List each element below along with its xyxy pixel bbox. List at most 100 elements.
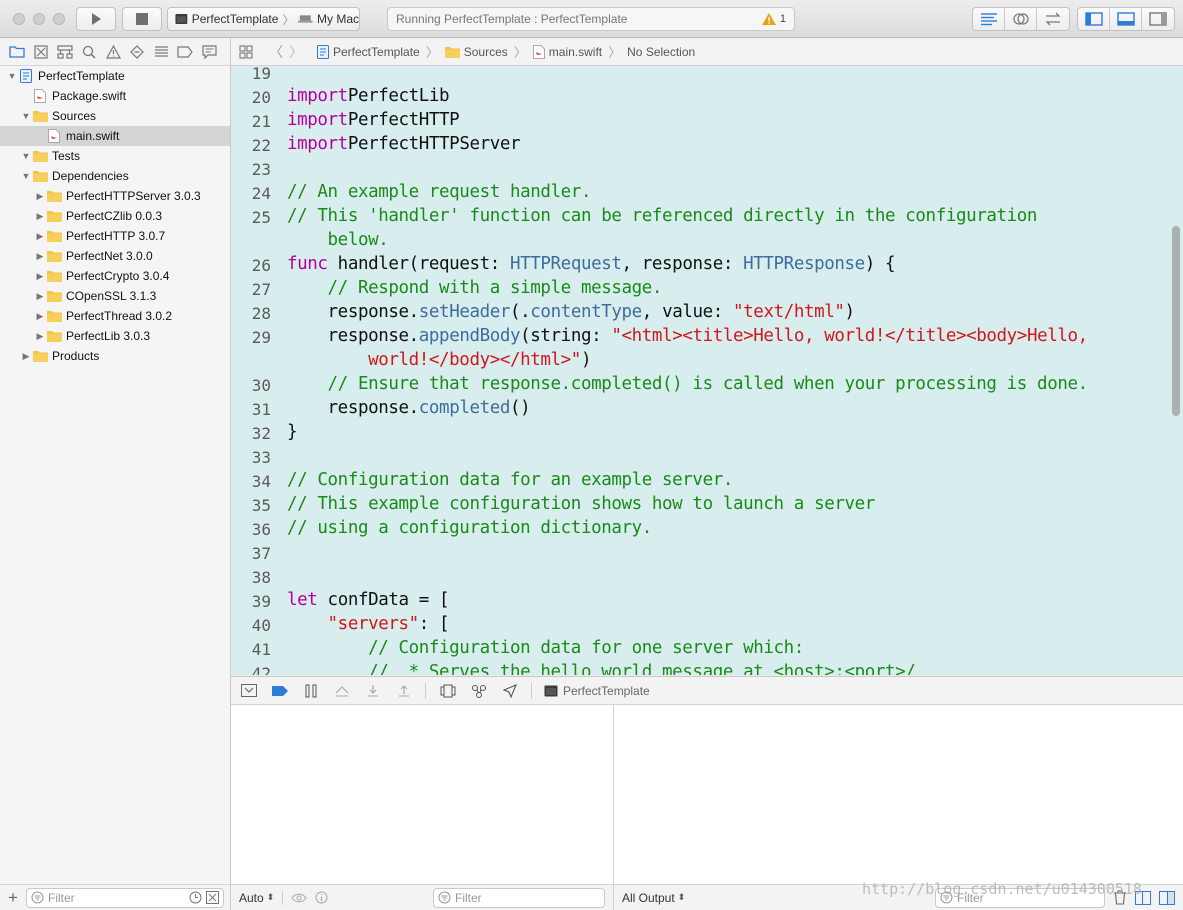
console-output-selector[interactable]: All Output ⬍ (622, 891, 685, 905)
editor-scrollbar[interactable] (1172, 226, 1180, 416)
breadcrumb-project[interactable]: PerfectTemplate (317, 44, 420, 59)
variables-scope-selector[interactable]: Auto ⬍ (239, 891, 274, 905)
issue-navigator-tab[interactable] (104, 43, 122, 61)
code-line[interactable]: // Configuration data for an example ser… (287, 470, 733, 490)
code-line[interactable]: response.appendBody(string: "<html><titl… (287, 326, 1089, 346)
code-line[interactable]: // Ensure that response.completed() is c… (287, 374, 1089, 394)
breakpoints-toggle-button[interactable] (270, 681, 289, 700)
breadcrumb-group[interactable]: Sources (444, 45, 508, 59)
code-line[interactable]: let confData = [ (287, 590, 450, 610)
info-icon[interactable] (315, 891, 328, 904)
step-out-button[interactable] (394, 681, 413, 700)
code-line[interactable]: // using a configuration dictionary. (287, 518, 652, 538)
eye-icon[interactable] (291, 892, 307, 904)
tree-item[interactable]: ▶ Products (0, 346, 230, 366)
variables-view[interactable] (231, 705, 614, 885)
code-line[interactable]: // This example configuration shows how … (287, 494, 875, 514)
tree-item[interactable]: ▶ COpenSSL 3.1.3 (0, 286, 230, 306)
split-right-icon[interactable] (1159, 890, 1175, 905)
recent-files-icon[interactable] (189, 891, 202, 904)
code-line[interactable]: response.completed() (287, 398, 531, 418)
tree-item[interactable]: ▼ Tests (0, 146, 230, 166)
disclosure-closed-icon[interactable]: ▶ (34, 290, 46, 302)
toggle-utilities-button[interactable] (1142, 8, 1174, 30)
source-editor[interactable]: 19 20 importPerfectLib 21 importPerfectHTTP 2… (231, 66, 1183, 675)
assistant-editor-button[interactable] (1005, 8, 1037, 30)
symbol-navigator-tab[interactable] (56, 43, 74, 61)
tree-item[interactable]: ▶ PerfectNet 3.0.0 (0, 246, 230, 266)
breadcrumb-file[interactable]: main.swift (532, 44, 602, 59)
stop-button[interactable] (122, 7, 162, 31)
run-button[interactable] (76, 7, 116, 31)
hide-debug-area-button[interactable] (239, 681, 258, 700)
disclosure-closed-icon[interactable]: ▶ (20, 350, 32, 362)
back-arrow-icon[interactable]: 〈 (269, 42, 283, 62)
code-line[interactable]: // * Serves the hello world message at <… (287, 662, 916, 675)
code-line[interactable]: // Configuration data for one server whi… (287, 638, 804, 658)
toggle-navigator-button[interactable] (1078, 8, 1110, 30)
tree-item[interactable]: Package.swift (0, 86, 230, 106)
tree-item[interactable]: ▶ PerfectLib 3.0.3 (0, 326, 230, 346)
memory-graph-button[interactable] (469, 681, 488, 700)
step-into-button[interactable] (363, 681, 382, 700)
zoom-window-button[interactable] (53, 13, 65, 25)
code-line[interactable]: } (287, 422, 298, 442)
disclosure-open-icon[interactable]: ▼ (20, 150, 32, 162)
tree-item[interactable]: ▼ Dependencies (0, 166, 230, 186)
standard-editor-button[interactable] (973, 8, 1005, 30)
disclosure-open-icon[interactable]: ▼ (20, 170, 32, 182)
disclosure-closed-icon[interactable]: ▶ (34, 270, 46, 282)
minimize-window-button[interactable] (33, 13, 45, 25)
step-over-button[interactable] (332, 681, 351, 700)
code-line[interactable]: response.setHeader(.contentType, value: … (287, 302, 856, 322)
code-line[interactable]: importPerfectHTTP (287, 110, 460, 130)
close-window-button[interactable] (13, 13, 25, 25)
tree-item[interactable]: main.swift (0, 126, 230, 146)
version-editor-button[interactable] (1037, 8, 1069, 30)
tree-item[interactable]: ▶ PerfectCrypto 3.0.4 (0, 266, 230, 286)
pause-button[interactable] (301, 681, 320, 700)
breakpoint-navigator-tab[interactable] (176, 43, 194, 61)
find-navigator-tab[interactable] (80, 43, 98, 61)
debug-target[interactable]: PerfectTemplate (544, 684, 650, 698)
disclosure-closed-icon[interactable]: ▶ (34, 250, 46, 262)
debug-navigator-tab[interactable] (152, 43, 170, 61)
console-view[interactable] (614, 705, 1183, 885)
code-line[interactable]: importPerfectLib (287, 86, 450, 106)
warning-indicator[interactable]: 1 (761, 13, 786, 25)
disclosure-closed-icon[interactable]: ▶ (34, 230, 46, 242)
tree-item[interactable]: ▶ PerfectHTTPServer 3.0.3 (0, 186, 230, 206)
disclosure-open-icon[interactable]: ▼ (6, 70, 18, 82)
simulate-location-button[interactable] (500, 681, 519, 700)
disclosure-open-icon[interactable]: ▼ (20, 110, 32, 122)
breadcrumb-symbol[interactable]: No Selection (627, 45, 695, 59)
code-line[interactable]: world!</body></html>") (287, 350, 591, 370)
source-control-tab[interactable] (32, 43, 50, 61)
test-navigator-tab[interactable] (128, 43, 146, 61)
variables-filter-field[interactable]: Filter (433, 887, 605, 908)
project-navigator-tab[interactable] (8, 43, 26, 61)
tree-item[interactable]: ▶ PerfectCZlib 0.0.3 (0, 206, 230, 226)
tree-item[interactable]: ▶ PerfectHTTP 3.0.7 (0, 226, 230, 246)
tree-item[interactable]: ▼ Sources (0, 106, 230, 126)
tree-item[interactable]: ▶ PerfectThread 3.0.2 (0, 306, 230, 326)
code-line[interactable]: // This 'handler' function can be refere… (287, 206, 1037, 226)
related-items-icon[interactable] (239, 44, 253, 59)
scheme-selector[interactable]: PerfectTemplate 〉 My Mac (167, 7, 360, 31)
disclosure-closed-icon[interactable]: ▶ (34, 210, 46, 222)
navigator-filter-field[interactable]: Filter (26, 887, 224, 908)
tree-item[interactable]: ▼ PerfectTemplate (0, 66, 230, 86)
forward-arrow-icon[interactable]: 〉 (289, 42, 303, 62)
source-control-filter-icon[interactable] (206, 891, 219, 904)
toggle-debug-area-button[interactable] (1110, 8, 1142, 30)
disclosure-closed-icon[interactable]: ▶ (34, 190, 46, 202)
code-line[interactable]: func handler(request: HTTPRequest, respo… (287, 254, 896, 274)
view-hierarchy-button[interactable] (438, 681, 457, 700)
disclosure-closed-icon[interactable]: ▶ (34, 310, 46, 322)
disclosure-closed-icon[interactable]: ▶ (34, 330, 46, 342)
code-line[interactable]: importPerfectHTTPServer (287, 134, 521, 154)
code-line[interactable]: below. (287, 230, 389, 250)
code-line[interactable]: "servers": [ (287, 614, 450, 634)
add-file-button[interactable]: + (6, 888, 20, 908)
code-line[interactable]: // An example request handler. (287, 182, 591, 202)
